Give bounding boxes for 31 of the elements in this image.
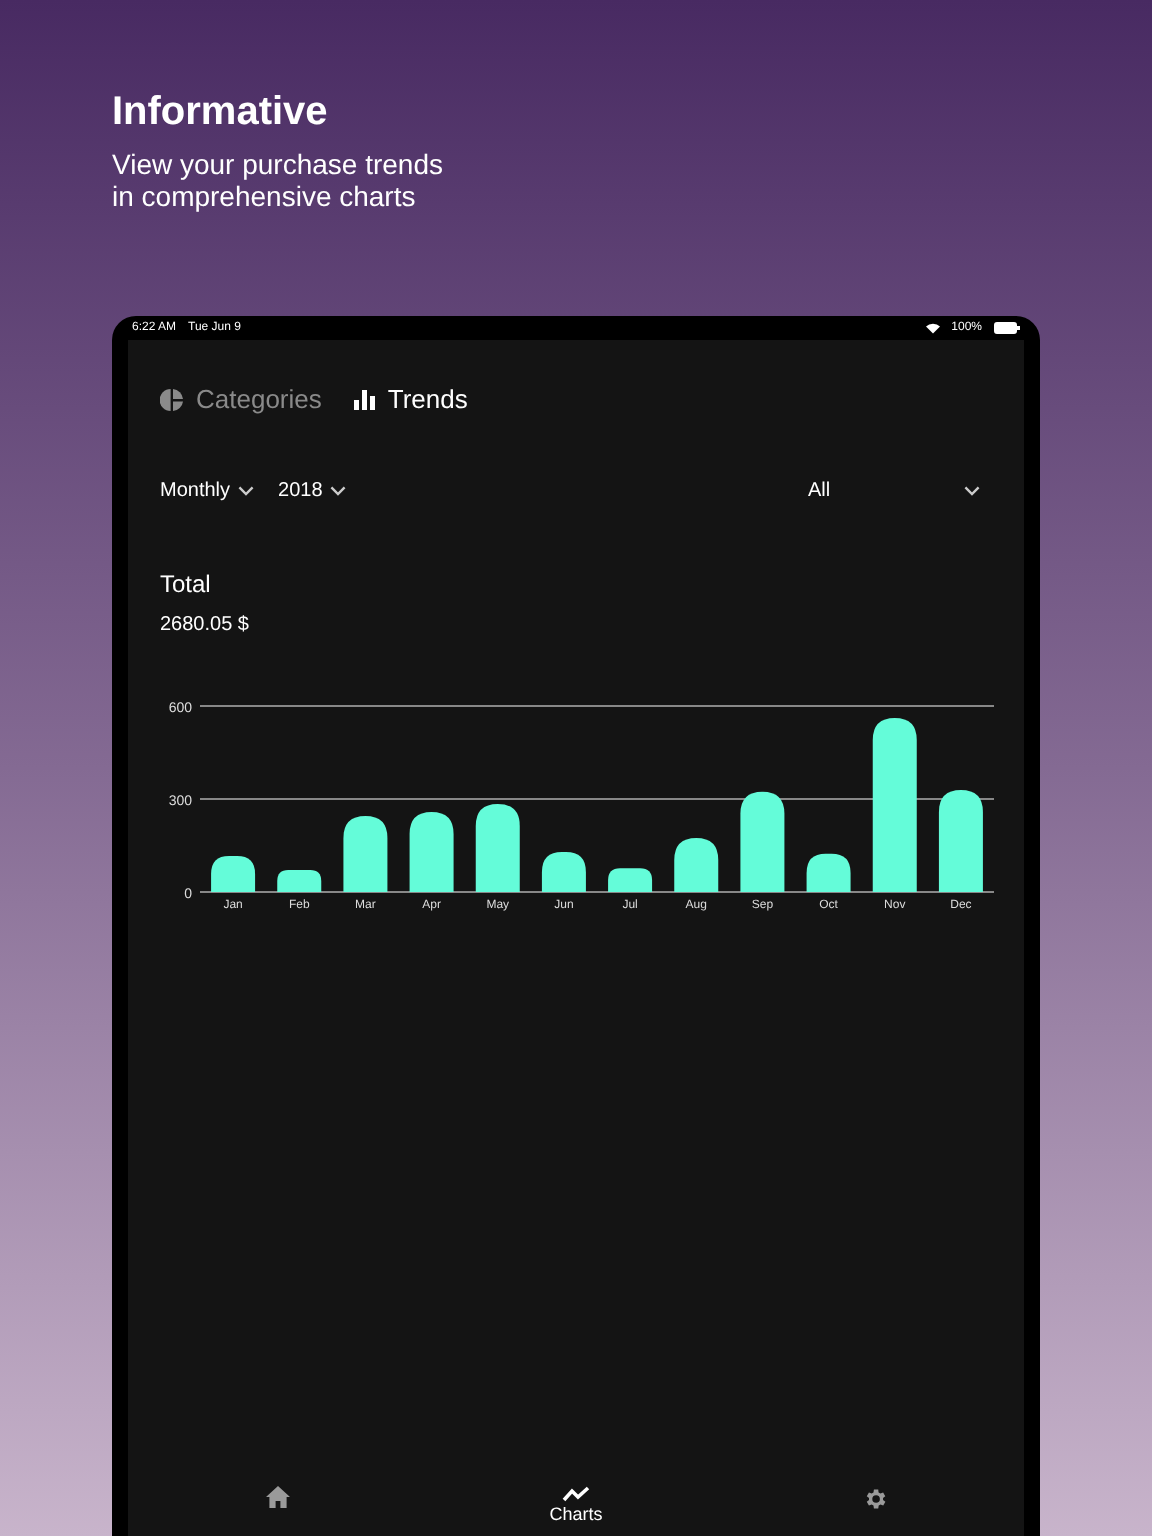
- dropdown[interactable]: All: [808, 475, 980, 505]
- settings-icon: [861, 1485, 888, 1511]
- bar: [211, 855, 256, 891]
- line-chart-icon: [561, 1485, 590, 1501]
- bar: [674, 837, 719, 891]
- battery-icon: [994, 322, 1020, 334]
- nav-tab[interactable]: Charts: [515, 1485, 636, 1528]
- chevron-down-icon: [330, 485, 347, 495]
- bar: [475, 802, 520, 891]
- bar: [541, 851, 586, 891]
- pie-chart-icon: [160, 387, 184, 412]
- tab[interactable]: Categories: [160, 380, 322, 419]
- tab[interactable]: Trends: [353, 380, 468, 419]
- subtitle: View your purchase trends in comprehensive charts: [112, 148, 445, 212]
- bar-chart-icon: [353, 389, 376, 410]
- chevron-down-icon: [238, 485, 255, 495]
- dropdown[interactable]: Monthly: [160, 475, 255, 505]
- bar: [409, 811, 454, 891]
- chevron-down-icon: [964, 485, 980, 495]
- wifi-icon: [925, 322, 940, 334]
- total-label: Total: [160, 567, 213, 601]
- bar: [608, 867, 653, 891]
- headline: Informative: [112, 88, 330, 136]
- bar: [806, 852, 851, 891]
- bar: [740, 790, 785, 891]
- bar: [938, 789, 983, 891]
- home-icon: [265, 1485, 290, 1507]
- dropdown[interactable]: 2018: [278, 475, 347, 505]
- bar: [277, 869, 322, 891]
- total-amount: 2680.05 $: [160, 611, 251, 639]
- bar: [343, 815, 388, 891]
